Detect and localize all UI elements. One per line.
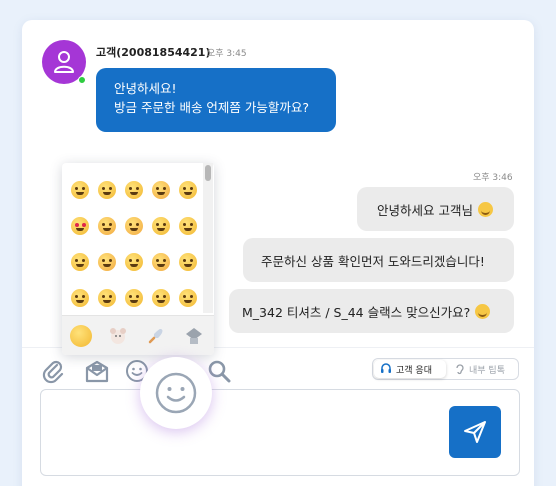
grinning-emoji-icon [477, 201, 493, 217]
ear-icon [456, 364, 464, 375]
emoji-item[interactable] [125, 217, 143, 235]
emoji-item[interactable] [125, 253, 143, 271]
emoji-item[interactable] [179, 289, 197, 307]
message-input[interactable] [40, 389, 520, 476]
smileys-icon[interactable] [70, 325, 92, 347]
customer-message-bubble: 안녕하세요! 방금 주문한 배송 언제쯤 가능할까요? [96, 68, 336, 132]
customer-message-line: 방금 주문한 배송 언제쯤 가능할까요? [114, 100, 310, 115]
emoji-item[interactable] [152, 289, 170, 307]
emoji-item[interactable] [71, 217, 89, 235]
objects-icon[interactable] [184, 326, 204, 346]
smiley-icon [155, 372, 197, 414]
template-icon[interactable] [84, 358, 110, 388]
send-button[interactable] [449, 406, 501, 458]
customer-reply-mode-tab[interactable]: 고객 응대 [374, 360, 446, 378]
emoji-category-bar [62, 315, 214, 355]
attachment-icon[interactable] [40, 358, 66, 388]
emoji-item[interactable] [179, 217, 197, 235]
reply-mode-toggle: 고객 응대 내부 팁톡 [372, 358, 519, 380]
customer-name: 고객(20081854421) [96, 46, 211, 59]
emoji-item[interactable] [152, 181, 170, 199]
emoji-item[interactable] [98, 181, 116, 199]
smiling-emoji-icon [475, 303, 491, 319]
emoji-scrollbar[interactable] [203, 163, 213, 313]
online-status-dot [78, 76, 86, 84]
internal-tip-mode-tab[interactable]: 내부 팁톡 [450, 360, 518, 378]
emoji-item[interactable] [98, 217, 116, 235]
emoji-item[interactable] [71, 253, 89, 271]
emoji-item[interactable] [179, 253, 197, 271]
customer-reply-mode-label: 고객 응대 [396, 365, 432, 376]
customer-message-time: 오후 3:45 [207, 49, 247, 59]
emoji-scroll-thumb[interactable] [205, 165, 211, 181]
emoji-item[interactable] [98, 253, 116, 271]
emoji-item[interactable] [125, 181, 143, 199]
travel-icon[interactable] [146, 326, 166, 346]
emoji-toggle-button[interactable] [140, 357, 212, 429]
agent-message-text: 안녕하세요 고객님 [377, 202, 473, 218]
headset-icon [381, 363, 391, 373]
animals-icon[interactable] [108, 326, 128, 346]
agent-message-text: 주문하신 상품 확인먼저 도와드리겠습니다! [261, 253, 485, 269]
agent-message-text: M_342 티셔츠 / S_44 슬랙스 맞으신가요? [242, 304, 471, 320]
user-icon [54, 51, 74, 73]
emoji-item[interactable] [71, 289, 89, 307]
agent-message-bubble: M_342 티셔츠 / S_44 슬랙스 맞으신가요? [229, 289, 514, 333]
emoji-item[interactable] [98, 289, 116, 307]
emoji-picker [62, 163, 214, 355]
emoji-item[interactable] [179, 181, 197, 199]
emoji-item[interactable] [71, 181, 89, 199]
internal-tip-mode-label: 내부 팁톡 [469, 365, 505, 376]
agent-message-bubble: 안녕하세요 고객님 [357, 187, 514, 231]
emoji-item[interactable] [152, 253, 170, 271]
customer-message-line: 안녕하세요! [114, 81, 177, 96]
emoji-item[interactable] [152, 217, 170, 235]
emoji-item[interactable] [125, 289, 143, 307]
agent-message-time: 오후 3:46 [473, 173, 513, 183]
agent-message-bubble: 주문하신 상품 확인먼저 도와드리겠습니다! [243, 238, 514, 282]
send-icon [464, 421, 486, 443]
